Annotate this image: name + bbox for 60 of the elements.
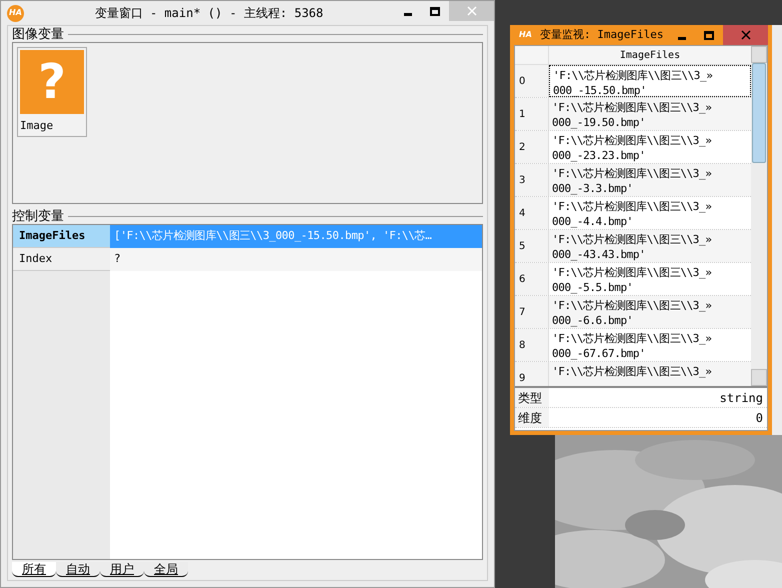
row-index: 9 xyxy=(515,362,549,386)
variable-name: ImageFiles xyxy=(13,225,110,248)
item-text: 'F:\\芯片检测图库\\图三\\3_» xyxy=(552,133,712,148)
row-index: 8 xyxy=(515,329,549,361)
close-icon xyxy=(740,30,750,40)
image-label: Image xyxy=(20,118,54,134)
row-index: 4 xyxy=(515,197,549,229)
close-icon xyxy=(466,6,476,16)
row-index: 2 xyxy=(515,131,549,163)
row-index: 3 xyxy=(515,164,549,196)
variable-row[interactable]: ImageFiles ['F:\\芯片检测图库\\图三\\3_000_-15.50.bmp', 'F:\\芯… xyxy=(13,225,482,248)
item-text: 000_-4.4.bmp' xyxy=(552,214,634,229)
item-text: 000_-6.6.bmp' xyxy=(552,313,634,328)
item-text: 000_-19.50.bmp' xyxy=(552,115,646,130)
logo-icon: HA xyxy=(7,4,24,22)
row-index: 6 xyxy=(515,263,549,295)
scrollbar[interactable] xyxy=(751,46,767,386)
item-text: 000_-3.3.bmp' xyxy=(552,181,634,196)
window-title: 变量窗口 - main* () - 主线程: 5368 xyxy=(94,5,324,22)
item-text: 000_-23.23.bmp' xyxy=(552,148,646,163)
row-index: 0 xyxy=(515,65,549,97)
section-title: 图像变量 xyxy=(12,28,64,40)
variable-name: Index xyxy=(13,248,110,271)
row-index: 7 xyxy=(515,296,549,328)
item-text: 000_-43.43.bmp' xyxy=(552,247,646,262)
tab[interactable]: 全局 xyxy=(144,562,188,577)
item-text: 'F:\\芯片检测图库\\图三\\3_» xyxy=(552,364,712,379)
item-text: 'F:\\芯片检测图库\\图三\\3_» xyxy=(552,331,712,346)
item-text: 'F:\\芯片检测图库\\图三\\3_» xyxy=(552,265,712,280)
row-index: 5 xyxy=(515,230,549,262)
item-text: 000_-15.50.bmp' xyxy=(553,83,648,98)
item-text: 000_-5.5.bmp' xyxy=(552,280,634,295)
array-item[interactable]: 'F:\\芯片检测图库\\图三\\3_» xyxy=(549,362,751,386)
array-item[interactable]: 'F:\\芯片检测图库\\图三\\3_» 000_-19.50.bmp' xyxy=(549,98,751,130)
property-value: 0 xyxy=(754,410,764,426)
variable-value: ['F:\\芯片检测图库\\图三\\3_000_-15.50.bmp', 'F:\\芯… xyxy=(113,228,432,244)
item-text: 'F:\\芯片检测图库\\图三\\3_» xyxy=(552,298,712,313)
property-value: string xyxy=(718,390,764,407)
item-text: 'F:\\芯片检测图库\\图三\\3_» xyxy=(552,100,712,115)
item-text: 'F:\\芯片检测图库\\图三\\3_» xyxy=(553,68,714,83)
window-title: 变量监视: ImageFiles xyxy=(539,26,664,43)
item-text: 000_-67.67.bmp' xyxy=(552,346,646,361)
item-text: 'F:\\芯片检测图库\\图三\\3_» xyxy=(552,199,712,214)
property-label: 维度 xyxy=(515,408,549,427)
item-text: 'F:\\芯片检测图库\\图三\\3_» xyxy=(552,166,712,181)
row-index: 1 xyxy=(515,98,549,130)
tab[interactable]: 用户 xyxy=(100,562,144,577)
item-text: 'F:\\芯片检测图库\\图三\\3_» xyxy=(552,232,712,247)
variable-value: ? xyxy=(113,251,120,268)
close-button[interactable] xyxy=(723,25,768,45)
section-title: 控制变量 xyxy=(12,210,64,222)
array-item[interactable]: 'F:\\芯片检测图库\\图三\\3_» 000_-6.6.bmp' xyxy=(549,296,751,328)
array-item[interactable]: 'F:\\芯片检测图库\\图三\\3_» 000_-3.3.bmp' xyxy=(549,164,751,196)
array-item[interactable]: 'F:\\芯片检测图库\\图三\\3_» 000_-43.43.bmp' xyxy=(549,230,751,262)
tab[interactable]: 所有 xyxy=(12,562,56,577)
tab[interactable]: 自动 xyxy=(56,562,100,577)
variable-row[interactable]: Index ? xyxy=(13,248,482,271)
question-icon: ? xyxy=(20,50,84,114)
property-label: 类型 xyxy=(515,388,549,407)
image-tile[interactable]: ? Image xyxy=(17,47,87,137)
